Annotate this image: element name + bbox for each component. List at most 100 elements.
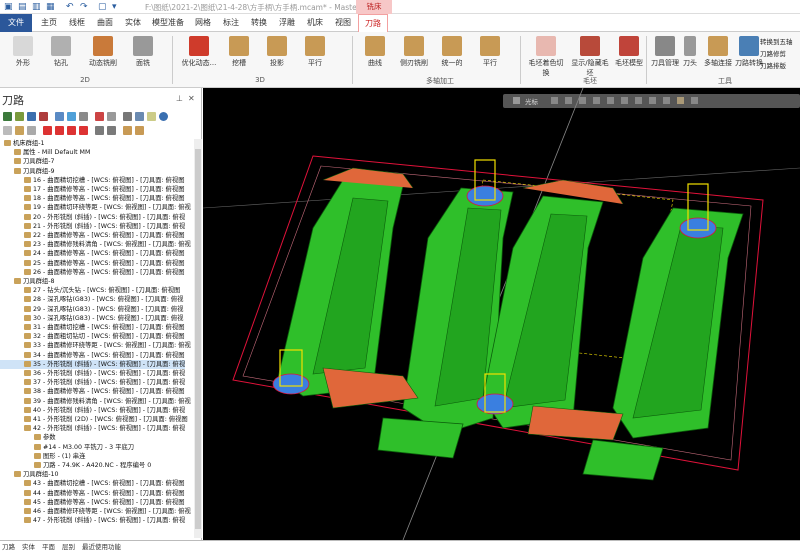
regen-dirty-icon[interactable] bbox=[39, 112, 48, 121]
tree-row[interactable]: 29 - 深孔啄钻(G83) - [WCS: 俯视图] - [刀具面: 俯视 bbox=[0, 305, 183, 314]
tab-relief[interactable]: 浮雕 bbox=[274, 14, 300, 32]
tree-row[interactable]: 43 - 曲面精切挖槽 - [WCS: 俯视图] - [刀具面: 俯视图 bbox=[0, 479, 185, 488]
tab-machine[interactable]: 机床 bbox=[302, 14, 328, 32]
tree-row[interactable]: #14 - M3.00 平铣刀 - 3 平底刀 bbox=[0, 443, 134, 452]
move-down-icon[interactable] bbox=[43, 126, 52, 135]
tab-file[interactable]: 文件 bbox=[0, 14, 32, 32]
parallel-3d-button[interactable]: 平行 bbox=[300, 34, 330, 68]
tree-row[interactable]: 27 - 钻头/沉头钻 - [WCS: 俯视图] - [刀具面: 俯视图 bbox=[0, 286, 180, 295]
edit-icon[interactable] bbox=[147, 112, 156, 121]
tab-view[interactable]: 视图 bbox=[330, 14, 356, 32]
insert-arrow-icon[interactable] bbox=[67, 126, 76, 135]
tree-row[interactable]: 刀具群组-8 bbox=[0, 277, 54, 286]
post-icon[interactable] bbox=[95, 112, 104, 121]
tree-row[interactable]: 17 - 曲面精修等高 - [WCS: 俯视图] - [刀具面: 俯视图 bbox=[0, 185, 185, 194]
tab-home[interactable]: 主页 bbox=[36, 14, 62, 32]
tree-row[interactable]: 18 - 曲面精修等高 - [WCS: 俯视图] - [刀具面: 俯视图 bbox=[0, 194, 185, 203]
tree-scrollbar[interactable] bbox=[194, 139, 202, 538]
tree-row[interactable]: 机床群组-1 bbox=[0, 139, 44, 148]
swarf-button[interactable]: 侧刃铣削 bbox=[396, 34, 432, 68]
tree-row[interactable]: 47 - 外形铣削 (斜插) - [WCS: 俯视图] - [刀具面: 俯视 bbox=[0, 516, 185, 525]
tab-planes-bottom[interactable]: 平面 bbox=[42, 541, 55, 551]
backplot-icon[interactable] bbox=[55, 112, 64, 121]
tree-row[interactable]: 图形 - (1) 串连 bbox=[0, 452, 85, 461]
show-only-selected-icon[interactable] bbox=[95, 126, 104, 135]
tree-row[interactable]: 33 - 曲面精修环绕等距 - [WCS: 俯视图] - [刀具面: 俯视 bbox=[0, 341, 191, 350]
parallel-multi-button[interactable]: 平行 bbox=[474, 34, 506, 68]
tree-row[interactable]: 35 - 外形铣削 (斜插) - [WCS: 俯视图] - [刀具面: 俯视 bbox=[0, 359, 186, 369]
toggle-post-icon[interactable] bbox=[27, 126, 36, 135]
tree-row[interactable]: 36 - 外形铣削 (斜插) - [WCS: 俯视图] - [刀具面: 俯视 bbox=[0, 369, 185, 378]
pin-icon[interactable]: ⊥ bbox=[176, 94, 183, 103]
quick-access-menu-icon[interactable]: ▾ bbox=[112, 2, 117, 12]
tree-row[interactable]: 21 - 外形铣削 (斜插) - [WCS: 俯视图] - [刀具面: 俯视 bbox=[0, 222, 185, 231]
tree-row[interactable]: 刀具群组-10 bbox=[0, 470, 58, 479]
tree-row[interactable]: 19 - 曲面精切环绕等距 - [WCS: 俯视图] - [刀具面: 俯视 bbox=[0, 203, 191, 212]
curve-button[interactable]: 曲线 bbox=[360, 34, 390, 68]
tree-row[interactable]: 44 - 曲面精修等高 - [WCS: 俯视图] - [刀具面: 俯视图 bbox=[0, 489, 185, 498]
dynamic-mill-button[interactable]: 动态铣削 bbox=[84, 34, 122, 68]
verify-icon[interactable] bbox=[67, 112, 76, 121]
tab-toolpaths-bottom[interactable]: 刀路 bbox=[2, 541, 15, 551]
tree-row[interactable]: 参数 bbox=[0, 433, 56, 442]
print-icon[interactable]: ▥ bbox=[32, 2, 41, 12]
new-file-icon[interactable]: ▢ bbox=[98, 2, 107, 12]
contour-button[interactable]: 外形 bbox=[6, 34, 40, 68]
show-hide-stock-button[interactable]: 显示/隐藏毛坯 bbox=[570, 34, 610, 78]
tool-holder-button[interactable]: 刀头 bbox=[680, 34, 700, 68]
convert-to-5axis-button[interactable]: 转换到五轴 bbox=[760, 36, 793, 48]
lock-op-icon[interactable] bbox=[3, 126, 12, 135]
tree-row[interactable]: 刀路 - 74.9K - A420.NC - 程序编号 0 bbox=[0, 461, 151, 470]
tree-row[interactable]: 20 - 外形铣削 (斜插) - [WCS: 俯视图] - [刀具面: 俯视 bbox=[0, 213, 185, 222]
graphics-viewport[interactable]: 光标 bbox=[203, 88, 800, 540]
tree-row[interactable]: 25 - 曲面精修等高 - [WCS: 俯视图] - [刀具面: 俯视图 bbox=[0, 259, 185, 268]
redo-icon[interactable]: ↷ bbox=[80, 2, 88, 12]
move-up-icon[interactable] bbox=[55, 126, 64, 135]
delete-icon[interactable] bbox=[123, 112, 132, 121]
tree-row[interactable]: 46 - 曲面精修环绕等距 - [WCS: 俯视图] - [刀具面: 俯视 bbox=[0, 507, 191, 516]
tab-solids-bottom[interactable]: 实体 bbox=[22, 541, 35, 551]
show-geometry-icon[interactable] bbox=[107, 126, 116, 135]
tool-manager-button[interactable]: 刀具管理 bbox=[650, 34, 680, 68]
stock-model-button[interactable]: 毛坯模型 bbox=[614, 34, 644, 68]
pocket-3d-button[interactable]: 挖槽 bbox=[224, 34, 254, 68]
tree-row[interactable]: 30 - 深孔啄钻(G83) - [WCS: 俯视图] - [刀具面: 俯视 bbox=[0, 314, 183, 323]
tree-row[interactable]: 24 - 曲面精修等高 - [WCS: 俯视图] - [刀具面: 俯视图 bbox=[0, 249, 185, 258]
expand-icon[interactable] bbox=[123, 126, 132, 135]
unified-button[interactable]: 统一的 bbox=[436, 34, 468, 68]
tree-row[interactable]: 31 - 曲面精切挖槽 - [WCS: 俯视图] - [刀具面: 俯视图 bbox=[0, 323, 185, 332]
tree-row[interactable]: 28 - 深孔啄钻(G83) - [WCS: 俯视图] - [刀具面: 俯视 bbox=[0, 295, 183, 304]
toggle-display-icon[interactable] bbox=[15, 126, 24, 135]
tab-solids[interactable]: 实体 bbox=[120, 14, 146, 32]
toolpath-trim-button[interactable]: 刀路修剪 bbox=[760, 48, 793, 60]
tab-annotate[interactable]: 标注 bbox=[218, 14, 244, 32]
drill-button[interactable]: 钻孔 bbox=[44, 34, 78, 68]
tree-row[interactable]: 23 - 曲面精修残料清角 - [WCS: 俯视图] - [刀具面: 俯视 bbox=[0, 240, 191, 249]
tree-row[interactable]: 16 - 曲面精切挖槽 - [WCS: 俯视图] - [刀具面: 俯视图 bbox=[0, 176, 185, 185]
tab-wireframe[interactable]: 线框 bbox=[64, 14, 90, 32]
tree-row[interactable]: 41 - 外形铣削 (2D) - [WCS: 俯视图] - [刀具面: 俯视图 bbox=[0, 415, 188, 424]
tree-row[interactable]: 37 - 外形铣削 (斜插) - [WCS: 俯视图] - [刀具面: 俯视 bbox=[0, 378, 185, 387]
close-icon[interactable]: ✕ bbox=[188, 94, 195, 103]
lock-icon[interactable] bbox=[135, 112, 144, 121]
open-icon[interactable]: ▤ bbox=[18, 2, 27, 12]
tab-model-prep[interactable]: 模型准备 bbox=[148, 14, 188, 32]
project-button[interactable]: 投影 bbox=[262, 34, 292, 68]
help-icon[interactable] bbox=[159, 112, 168, 121]
tree-row[interactable]: 刀具群组-7 bbox=[0, 157, 54, 166]
select-all-icon[interactable] bbox=[3, 112, 12, 121]
tab-recent-functions[interactable]: 最近使用功能 bbox=[82, 541, 121, 551]
tree-row[interactable]: 32 - 曲面粗切钻切 - [WCS: 俯视图] - [刀具面: 俯视图 bbox=[0, 332, 185, 341]
highfeed-icon[interactable] bbox=[107, 112, 116, 121]
tree-row[interactable]: 40 - 外形铣削 (斜插) - [WCS: 俯视图] - [刀具面: 俯视 bbox=[0, 406, 185, 415]
save-icon[interactable]: ▣ bbox=[4, 2, 13, 12]
tree-row[interactable]: 属性 - Mill Default MM bbox=[0, 148, 90, 157]
tab-surfaces[interactable]: 曲面 bbox=[92, 14, 118, 32]
tree-row[interactable]: 22 - 曲面精修等高 - [WCS: 俯视图] - [刀具面: 俯视图 bbox=[0, 231, 185, 240]
tree-row[interactable]: 39 - 曲面精修残料清角 - [WCS: 俯视图] - [刀具面: 俯视 bbox=[0, 397, 191, 406]
select-failed-icon[interactable] bbox=[15, 112, 24, 121]
tab-toolpaths[interactable]: 刀路 bbox=[358, 14, 388, 32]
simulate-icon[interactable] bbox=[79, 112, 88, 121]
multiaxis-link-button[interactable]: 多轴连接 bbox=[702, 34, 734, 68]
scrollbar-thumb[interactable] bbox=[195, 149, 201, 529]
